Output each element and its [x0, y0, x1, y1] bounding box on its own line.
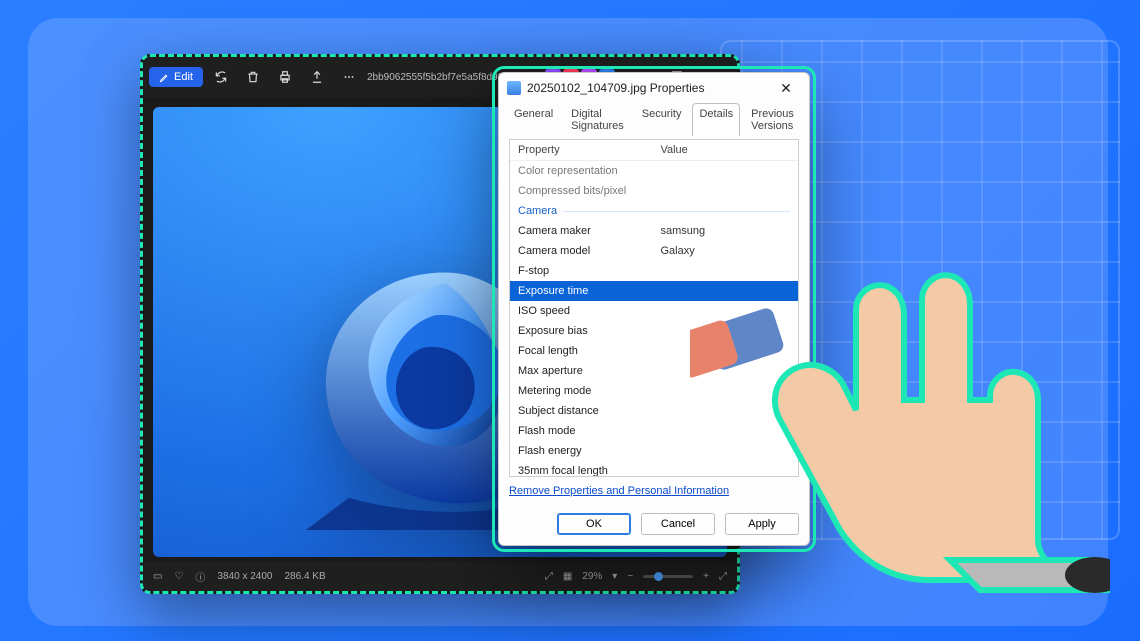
zoom-slider[interactable] [643, 575, 693, 578]
filesize-text: 286.4 KB [284, 571, 325, 582]
property-row[interactable]: Camera modelGalaxy [510, 241, 798, 261]
property-row[interactable]: Focal length [510, 341, 798, 361]
edit-button[interactable]: Edit [149, 67, 203, 87]
pencil-icon [159, 72, 170, 83]
edit-button-label: Edit [174, 71, 193, 83]
properties-tabs: GeneralDigital SignaturesSecurityDetails… [499, 103, 809, 137]
property-row[interactable]: Max aperture [510, 361, 798, 381]
property-value [660, 463, 790, 477]
tab-digital-signatures[interactable]: Digital Signatures [564, 103, 631, 136]
property-row[interactable]: Compressed bits/pixel [510, 181, 798, 201]
property-value [660, 443, 790, 459]
property-label: Camera model [518, 243, 660, 259]
properties-titlebar: 20250102_104709.jpg Properties ✕ [499, 73, 809, 103]
details-panel: Property Value Color representation Compr… [509, 139, 799, 477]
chevron-down-icon[interactable]: ▾ [612, 571, 617, 582]
property-row[interactable]: Flash mode [510, 421, 798, 441]
property-row[interactable]: Exposure time [510, 281, 798, 301]
property-row[interactable]: F-stop [510, 261, 798, 281]
dialog-button-row: OK Cancel Apply [499, 505, 809, 545]
property-value [660, 303, 790, 319]
rotate-icon[interactable] [207, 63, 235, 91]
zoom-in-icon[interactable]: + [703, 571, 709, 582]
share-icon[interactable] [303, 63, 331, 91]
tab-security[interactable]: Security [635, 103, 689, 136]
property-label: Metering mode [518, 383, 660, 399]
properties-title: 20250102_104709.jpg Properties [527, 81, 765, 95]
property-row[interactable]: Color representation [510, 161, 798, 181]
property-row[interactable]: Camera makersamsung [510, 221, 798, 241]
info-icon[interactable]: ⓘ [195, 569, 205, 584]
filmstrip-icon[interactable]: ▭ [153, 571, 162, 582]
property-value [660, 183, 790, 199]
zoom-percent: 29% [582, 571, 602, 582]
trash-icon[interactable] [239, 63, 267, 91]
property-label: ISO speed [518, 303, 660, 319]
fullscreen-icon[interactable]: ⤢ [719, 571, 727, 582]
property-label: Compressed bits/pixel [518, 183, 660, 199]
tab-details[interactable]: Details [692, 103, 740, 136]
property-value [660, 283, 790, 299]
property-row[interactable]: Exposure bias [510, 321, 798, 341]
properties-dialog: 20250102_104709.jpg Properties ✕ General… [498, 72, 810, 546]
property-value: Galaxy [660, 243, 790, 259]
property-row[interactable]: Flash energy [510, 441, 798, 461]
remove-properties-link[interactable]: Remove Properties and Personal Informati… [499, 477, 809, 505]
zoom-out-icon[interactable]: − [627, 571, 633, 582]
property-value [660, 343, 790, 359]
property-label: Exposure bias [518, 323, 660, 339]
more-icon[interactable] [335, 63, 363, 91]
property-row[interactable]: 35mm focal length [510, 461, 798, 477]
property-value: samsung [660, 223, 790, 239]
property-label: Flash energy [518, 443, 660, 459]
property-row[interactable]: Subject distance [510, 401, 798, 421]
col-property: Property [518, 144, 660, 156]
photos-statusbar: ▭ ♡ ⓘ 3840 x 2400 286.4 KB ⤢ ▦ 29% ▾ − +… [143, 561, 737, 591]
property-label: Focal length [518, 343, 660, 359]
property-row[interactable]: ISO speed [510, 301, 798, 321]
print-icon[interactable] [271, 63, 299, 91]
tab-general[interactable]: General [507, 103, 560, 136]
property-label: F-stop [518, 263, 660, 279]
resolution-text: 3840 x 2400 [217, 571, 272, 582]
property-label: Exposure time [518, 283, 660, 299]
close-icon[interactable]: ✕ [771, 76, 801, 100]
apply-button[interactable]: Apply [725, 513, 799, 535]
property-label: Subject distance [518, 403, 660, 419]
property-label: Color representation [518, 163, 660, 179]
fit-icon[interactable]: ⤢ [545, 571, 553, 582]
property-label: Flash mode [518, 423, 660, 439]
property-value [660, 163, 790, 179]
group-camera: Camera [510, 201, 798, 221]
property-row[interactable]: Metering mode [510, 381, 798, 401]
property-value [660, 263, 790, 279]
property-label: Camera maker [518, 223, 660, 239]
property-value [660, 423, 790, 439]
cancel-button[interactable]: Cancel [641, 513, 715, 535]
file-icon [507, 81, 521, 95]
heart-icon[interactable]: ♡ [174, 571, 183, 582]
property-label: 35mm focal length [518, 463, 660, 477]
column-headers: Property Value [510, 140, 798, 161]
property-value [660, 323, 790, 339]
property-value [660, 403, 790, 419]
property-value [660, 383, 790, 399]
ok-button[interactable]: OK [557, 513, 631, 535]
film-icon[interactable]: ▦ [563, 571, 572, 582]
tab-previous-versions[interactable]: Previous Versions [744, 103, 801, 136]
col-value: Value [660, 144, 790, 156]
property-value [660, 363, 790, 379]
property-label: Max aperture [518, 363, 660, 379]
